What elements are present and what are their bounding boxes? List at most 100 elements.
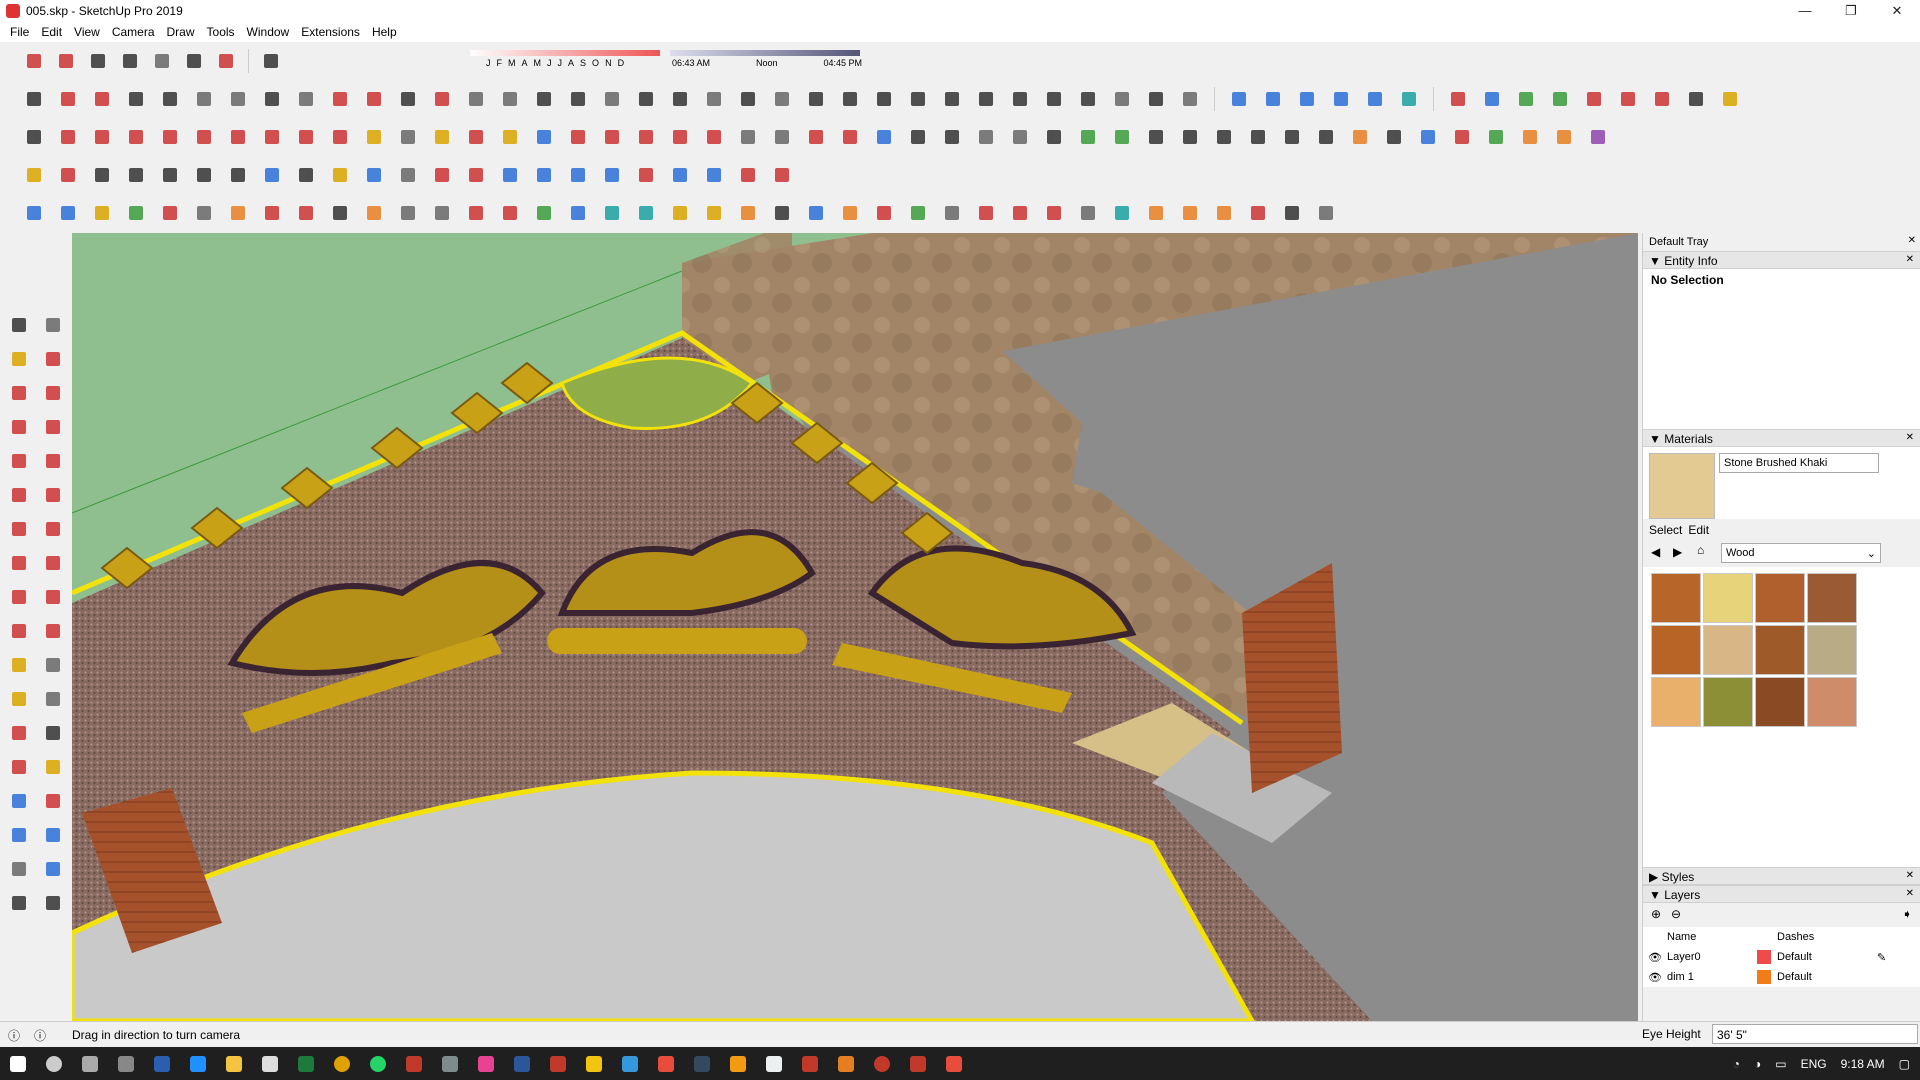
ellipse-icon[interactable] — [192, 163, 216, 187]
extension-tool-icon[interactable] — [1314, 201, 1338, 225]
move-tool-icon[interactable] — [260, 125, 284, 149]
freehand-tool-icon[interactable] — [41, 381, 65, 405]
material-swatch[interactable] — [1651, 573, 1701, 623]
extension-tool-icon[interactable] — [22, 201, 46, 225]
eraser-tool-icon[interactable] — [41, 347, 65, 371]
right-view-icon[interactable] — [118, 49, 142, 73]
extension-tool-icon[interactable] — [260, 87, 284, 111]
extension-tool-icon[interactable] — [1110, 201, 1134, 225]
protractor-icon[interactable] — [7, 687, 31, 711]
extension-tool-icon[interactable] — [430, 163, 454, 187]
language-indicator[interactable]: ENG — [1801, 1057, 1827, 1071]
menu-edit[interactable]: Edit — [35, 25, 68, 39]
shadow-months[interactable]: J F M A M J J A S O N D — [486, 58, 624, 68]
paint-bucket-icon[interactable] — [7, 347, 31, 371]
extension-tool-icon[interactable] — [294, 163, 318, 187]
extension-tool-icon[interactable] — [498, 163, 522, 187]
extension-tool-icon[interactable] — [124, 201, 148, 225]
edge-icon[interactable] — [180, 1047, 216, 1080]
extension-tool-icon[interactable] — [940, 201, 964, 225]
app-icon[interactable] — [720, 1047, 756, 1080]
extension-tool-icon[interactable] — [1076, 87, 1100, 111]
extension-tool-icon[interactable] — [498, 201, 522, 225]
word-icon[interactable] — [504, 1047, 540, 1080]
ruby-icon[interactable] — [702, 125, 726, 149]
extension-tool-icon[interactable] — [532, 201, 556, 225]
shadow-date-slider[interactable] — [470, 50, 660, 56]
zoom-tool-icon[interactable] — [532, 125, 556, 149]
geo-icon[interactable]: ⓘ — [8, 1027, 20, 1044]
current-material-swatch[interactable] — [1649, 453, 1715, 519]
zoom-window-icon[interactable] — [41, 789, 65, 813]
app-icon[interactable] — [576, 1047, 612, 1080]
extension-tool-icon[interactable] — [974, 201, 998, 225]
sketchup-icon[interactable] — [936, 1047, 972, 1080]
extension-tool-icon[interactable] — [1416, 125, 1440, 149]
material-swatch[interactable] — [1703, 573, 1753, 623]
play-icon[interactable] — [906, 125, 930, 149]
tray-close-icon[interactable]: ✕ — [1908, 235, 1916, 246]
extension-tool-icon[interactable] — [328, 201, 352, 225]
extension-tool-icon[interactable] — [906, 201, 930, 225]
back-view-icon[interactable] — [150, 49, 174, 73]
extension-tool-icon[interactable] — [566, 201, 590, 225]
material-swatch[interactable] — [1755, 625, 1805, 675]
notifications-icon[interactable]: ▢ — [1899, 1057, 1910, 1071]
extension-tool-icon[interactable] — [1110, 87, 1134, 111]
extension-tool-icon[interactable] — [430, 201, 454, 225]
extension-tool-icon[interactable] — [1382, 125, 1406, 149]
3d-warehouse-icon[interactable] — [600, 125, 624, 149]
3d-text-icon[interactable] — [41, 721, 65, 745]
gear-icon[interactable] — [1042, 125, 1066, 149]
acrobat-icon[interactable] — [648, 1047, 684, 1080]
material-swatch[interactable] — [1807, 625, 1857, 675]
extension-tool-icon[interactable] — [770, 163, 794, 187]
extension-tool-icon[interactable] — [770, 125, 794, 149]
app-icon[interactable] — [468, 1047, 504, 1080]
extension-tool-icon[interactable] — [396, 163, 420, 187]
panel-close-icon[interactable]: ✕ — [1906, 888, 1914, 899]
extension-tool-icon[interactable] — [1446, 87, 1470, 111]
offset-tool-icon[interactable] — [226, 125, 250, 149]
extension-tool-icon[interactable] — [1514, 87, 1538, 111]
extension-tool-icon[interactable] — [1616, 87, 1640, 111]
minimize-button[interactable]: — — [1782, 0, 1828, 22]
sketchup-icon[interactable] — [900, 1047, 936, 1080]
app-icon[interactable] — [756, 1047, 792, 1080]
extension-tool-icon[interactable] — [872, 87, 896, 111]
volume-icon[interactable]: ◑ — [1754, 1057, 1761, 1071]
previous-view-icon[interactable] — [41, 823, 65, 847]
extension-tool-icon[interactable] — [56, 201, 80, 225]
maximize-button[interactable]: ❐ — [1828, 0, 1874, 22]
material-swatch[interactable] — [1651, 677, 1701, 727]
layers-header[interactable]: ▼ Layers ✕ — [1643, 885, 1920, 903]
position-camera-icon[interactable] — [7, 857, 31, 881]
panel-close-icon[interactable]: ✕ — [1906, 870, 1914, 881]
line-tool-icon[interactable] — [7, 381, 31, 405]
extension-tool-icon[interactable] — [804, 125, 828, 149]
extension-tool-icon[interactable] — [600, 201, 624, 225]
menu-view[interactable]: View — [68, 25, 106, 39]
layer-details-icon[interactable]: ➧ — [1902, 907, 1912, 921]
extension-tool-icon[interactable] — [328, 87, 352, 111]
app-icon[interactable] — [612, 1047, 648, 1080]
file-explorer-icon[interactable] — [216, 1047, 252, 1080]
menu-camera[interactable]: Camera — [106, 25, 161, 39]
extension-tool-icon[interactable] — [906, 87, 930, 111]
panel-close-icon[interactable]: ✕ — [1906, 432, 1914, 443]
extension-tool-icon[interactable] — [736, 201, 760, 225]
measurement-box[interactable]: 36' 5" — [1712, 1024, 1918, 1044]
extension-tool-icon[interactable] — [1518, 125, 1542, 149]
extension-tool-icon[interactable] — [1144, 201, 1168, 225]
text-tool-icon[interactable] — [396, 125, 420, 149]
extension-tool-icon[interactable] — [634, 163, 658, 187]
extension-tool-icon[interactable] — [226, 87, 250, 111]
menu-window[interactable]: Window — [241, 25, 296, 39]
material-swatch[interactable] — [1755, 677, 1805, 727]
extension-tool-icon[interactable] — [1548, 87, 1572, 111]
extension-tool-icon[interactable] — [464, 87, 488, 111]
extension-tool-icon[interactable] — [532, 163, 556, 187]
sketchup-icon[interactable] — [540, 1047, 576, 1080]
network-icon[interactable]: ◔ — [1733, 1057, 1740, 1071]
extension-tool-icon[interactable] — [1280, 201, 1304, 225]
